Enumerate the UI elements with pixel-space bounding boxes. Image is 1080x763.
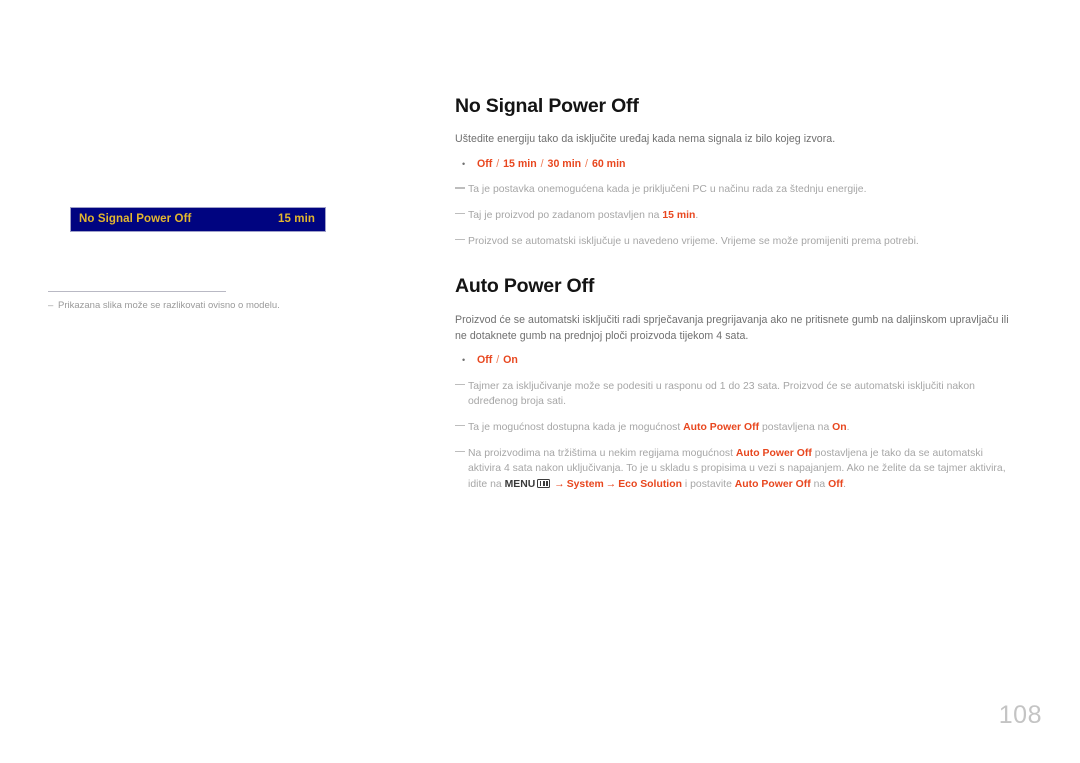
note-text: Tajmer za isključivanje može se podesiti…: [468, 380, 975, 408]
note-dash-icon: [455, 208, 468, 222]
option-value: On: [503, 353, 518, 366]
note-text: Ta je postavka onemogućena kada je prikl…: [468, 184, 867, 196]
menu-label: MENU: [504, 478, 536, 490]
document-page: No Signal Power Off 15 min – Prikazana s…: [0, 0, 1080, 763]
note-dash-icon: [455, 379, 468, 393]
setting-name: Auto Power Off: [683, 421, 760, 433]
note-text: Taj je proizvod po zadanom postavljen na…: [468, 210, 699, 222]
note-row: Ta je postavka onemogućena kada je prikl…: [455, 182, 1017, 198]
osd-menu-value: 15 min: [277, 212, 315, 225]
footnote-dash-icon: –: [48, 300, 54, 311]
option-value: 60 min: [591, 157, 626, 170]
note-dash-icon: [455, 446, 468, 460]
osd-preview-figure: No Signal Power Off 15 min: [70, 207, 326, 232]
osd-menu-label: No Signal Power Off: [79, 212, 192, 225]
setting-name: System: [566, 478, 604, 490]
note-text: Proizvod se automatski isključuje u nave…: [468, 235, 919, 247]
option-separator: /: [537, 157, 547, 170]
content-column: No Signal Power Off Uštedite energiju ta…: [455, 95, 1017, 493]
setting-name: Off: [828, 478, 844, 490]
figure-footnote: – Prikazana slika može se razlikovati ov…: [48, 291, 348, 313]
note-text: Ta je mogućnost dostupna kada je mogućno…: [468, 421, 850, 433]
option-value: Off: [477, 353, 493, 366]
note-dash-icon: [455, 182, 468, 196]
options-bullet-auto-power-off: • Off / On: [455, 353, 1017, 369]
note-row: Na proizvodima na tržištima u nekim regi…: [455, 446, 1017, 493]
bullet-dot-icon: •: [462, 354, 466, 365]
section-title-auto-power-off: Auto Power Off: [455, 275, 595, 298]
note-text: Na proizvodima na tržištima u nekim regi…: [468, 447, 1006, 490]
page-number: 108: [998, 701, 1042, 729]
note-row: Proizvod se automatski isključuje u nave…: [455, 234, 1017, 250]
note-dash-icon: [455, 234, 468, 248]
option-value: Off: [477, 157, 493, 170]
footnote-row: – Prikazana slika može se razlikovati ov…: [48, 300, 348, 313]
notes-no-signal-power-off: Ta je postavka onemogućena kada je prikl…: [455, 182, 1017, 249]
note-row: Tajmer za isključivanje može se podesiti…: [455, 379, 1017, 410]
section-title-no-signal-power-off: No Signal Power Off: [455, 95, 639, 117]
options-list: Off / On: [477, 353, 518, 369]
bullet-dot-icon: •: [462, 158, 466, 169]
setting-name: 15 min: [662, 210, 696, 222]
arrow-right-icon: →: [605, 478, 617, 490]
option-separator: /: [582, 157, 591, 170]
footnote-divider: [48, 291, 226, 292]
setting-name: Auto Power Off: [734, 478, 811, 490]
osd-menu-bar: No Signal Power Off 15 min: [70, 207, 326, 232]
option-separator: /: [493, 157, 503, 170]
option-value: 30 min: [547, 157, 582, 170]
menu-button-icon: [537, 478, 551, 488]
options-list: Off / 15 min / 30 min / 60 min: [477, 157, 626, 173]
footnote-text: Prikazana slika može se razlikovati ovis…: [58, 300, 280, 311]
setting-name: Auto Power Off: [735, 447, 812, 459]
note-dash-icon: [455, 420, 468, 434]
setting-name: On: [832, 421, 847, 433]
setting-name: Eco Solution: [618, 478, 682, 490]
section-intro-no-signal-power-off: Uštedite energiju tako da isključite ure…: [455, 133, 836, 146]
arrow-right-icon: →: [554, 478, 565, 490]
note-row: Ta je mogućnost dostupna kada je mogućno…: [455, 420, 1017, 436]
section-intro-auto-power-off: Proizvod će se automatski isključiti rad…: [455, 313, 1009, 342]
option-value: 15 min: [503, 157, 537, 170]
notes-auto-power-off: Tajmer za isključivanje može se podesiti…: [455, 379, 1017, 493]
options-bullet-no-signal-power-off: • Off / 15 min / 30 min / 60 min: [455, 157, 1017, 173]
option-separator: /: [493, 353, 503, 366]
note-row: Taj je proizvod po zadanom postavljen na…: [455, 208, 1017, 224]
